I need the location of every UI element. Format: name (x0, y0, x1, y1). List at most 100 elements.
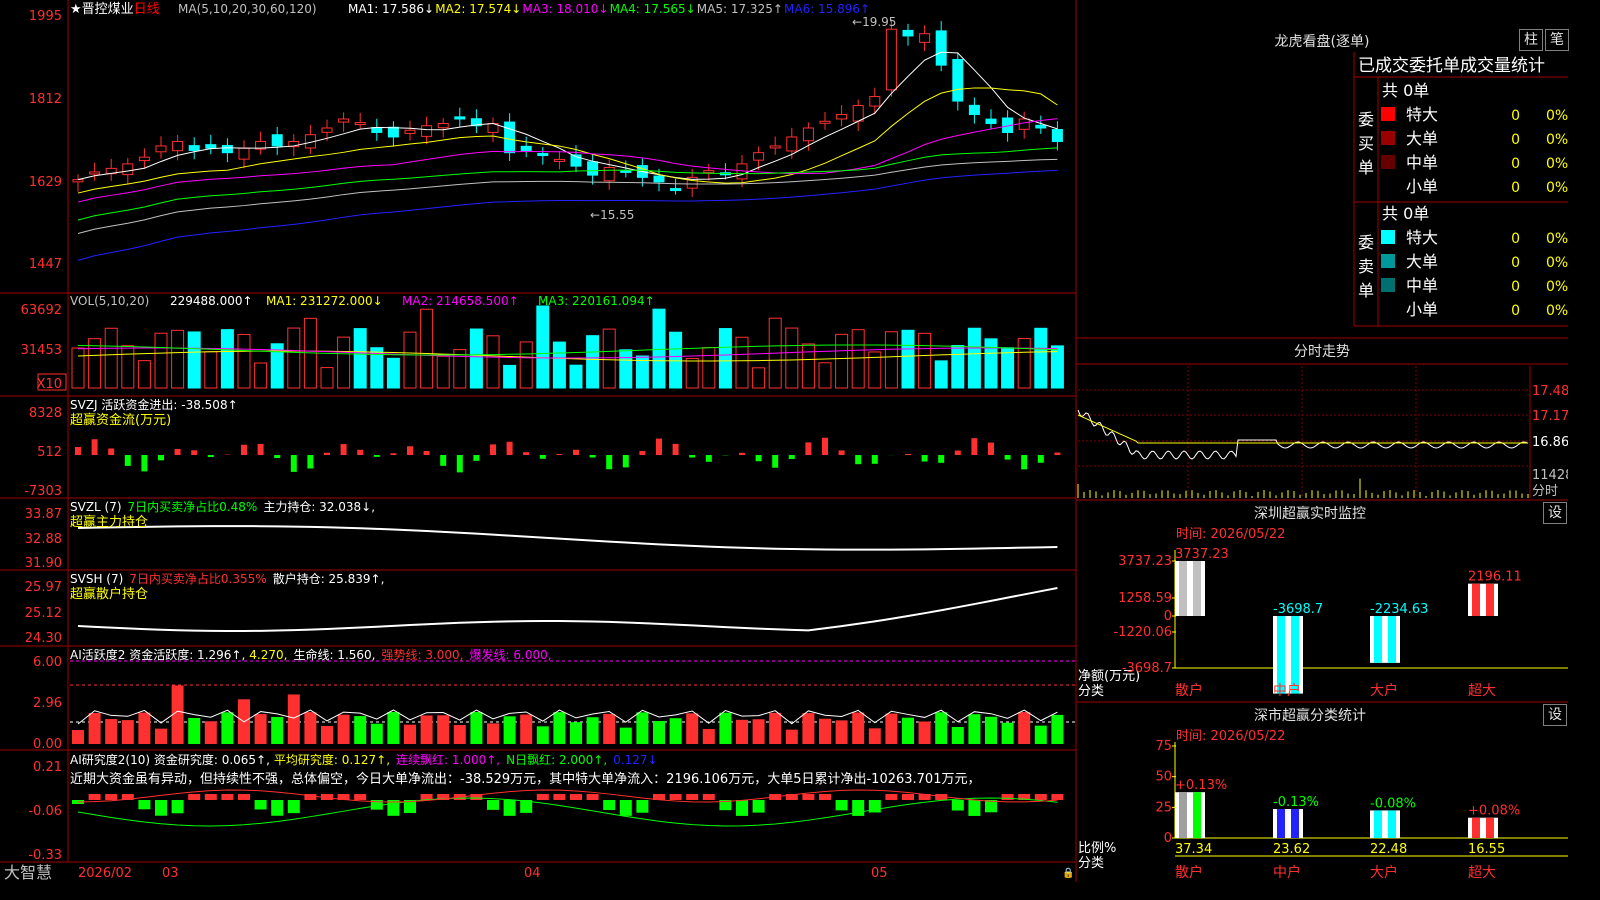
activity-bar (321, 725, 333, 744)
dragon-row-pct: 0% (1546, 180, 1568, 196)
vol-tick-1: 63692 (21, 303, 62, 318)
activity-bar (188, 717, 201, 744)
volume-bar (71, 347, 85, 389)
svzl-tick-3: 31.90 (25, 556, 62, 571)
legend-swatch (1381, 155, 1395, 169)
flow-bar (639, 450, 646, 455)
research-bar (105, 794, 118, 800)
y-tick-1812: 1812 (29, 92, 62, 107)
volume-bar (220, 329, 234, 389)
dragon-row-name: 中单 (1406, 153, 1438, 172)
sz-bar-value: 2196.11 (1468, 570, 1522, 585)
flow-bar (755, 455, 762, 462)
terminal-canvas: MA1: 17.586↓ MA2: 17.574↓ MA3: 18.010↓ MA4:… (0, 0, 1568, 882)
legend-swatch (1381, 131, 1395, 145)
sz-bar-value: -3698.7 (1273, 602, 1323, 617)
brand-logo: 大智慧 (4, 863, 52, 882)
activity-bar (121, 720, 134, 744)
volume-bar (187, 331, 201, 389)
flow-bar (473, 455, 480, 461)
candle-body (919, 33, 931, 43)
dragon-row-name: 大单 (1406, 129, 1438, 148)
cls-category: 中户 (1273, 864, 1301, 881)
panel-frames (0, 0, 1568, 882)
dragon-row-name: 中单 (1406, 276, 1438, 295)
activity-bar (686, 713, 699, 744)
volume-bar (752, 367, 766, 389)
candle-body (89, 171, 101, 175)
volume-bar (436, 355, 450, 389)
tick-mode-button[interactable]: 笔 (1545, 29, 1569, 51)
flow-bar (539, 455, 546, 459)
ma-legend-item: MA4: 17.565↓ (610, 2, 696, 16)
legend-swatch (1381, 254, 1395, 268)
sz-bar-stripe (1179, 561, 1187, 616)
sz-classify-title: 深市超赢分类统计 (1254, 707, 1366, 724)
flow-bar (855, 455, 862, 465)
volume-bar (835, 333, 849, 389)
activity-bar (553, 712, 566, 744)
volume-bar (586, 335, 600, 389)
activity-bar (868, 728, 881, 744)
vol-ma1: MA1: 231272.000↓ (266, 294, 383, 308)
flow-bar (805, 442, 812, 455)
svzl-header: SVZL (7) 7日内买卖净占比0.48% 主力持仓: 32.038↓, (70, 499, 375, 514)
activity-bar (1018, 712, 1031, 744)
cls-y-tick: 50 (1155, 770, 1172, 785)
lock-icon[interactable]: 🔒 (1062, 867, 1074, 879)
cls-category: 超大 (1468, 865, 1496, 881)
cls-y-tick: 75 (1155, 739, 1172, 754)
activity-bar (736, 719, 748, 744)
cls-bar-stripe (1179, 792, 1187, 838)
flow-bar (573, 449, 579, 455)
vol-ma2: MA2: 214658.500↑ (402, 294, 519, 308)
activity-bar (570, 722, 582, 744)
bar-mode-button[interactable]: 柱 (1519, 29, 1543, 51)
research-bar (736, 800, 748, 816)
sz-monitor-settings-button[interactable]: 设 (1543, 502, 1567, 524)
vol-title: VOL(5,10,20) (70, 294, 149, 308)
dragon-row-name: 大单 (1406, 252, 1438, 271)
research-bar (586, 794, 599, 800)
dragon-row-count: 0 (1511, 303, 1520, 319)
cls-bar-stripe (1291, 809, 1299, 838)
sz-category: 中户 (1273, 682, 1301, 699)
candle-body (338, 118, 350, 123)
research-bar (487, 800, 499, 810)
sz-y-tick: -1220.06 (1114, 625, 1172, 640)
candle-body (221, 145, 233, 154)
research-bar (669, 794, 682, 800)
cls-bar-stripe (1388, 810, 1396, 838)
research-bar (1001, 794, 1014, 800)
sz-classify-settings-button[interactable]: 设 (1543, 704, 1567, 726)
legend-swatch (1381, 230, 1395, 244)
svzj-title: SVZJ 活跃资金进出: -38.508↑ (70, 397, 238, 412)
flow-bar (324, 452, 330, 455)
activity-bar (719, 712, 732, 744)
research-bar (968, 800, 981, 816)
cls-bar-stripe (1277, 809, 1285, 838)
sz-monitor-time: 时间: 2026/05/22 (1176, 527, 1285, 542)
flow-bar (921, 455, 928, 462)
flow-bar (440, 455, 447, 466)
dragon-row-pct: 0% (1546, 132, 1568, 148)
flow-bar (1054, 452, 1061, 455)
ai-research-comment: 近期大资金虽有异动，但持续性不强，总体偏空，今日大单净流出：-38.529万元，… (70, 771, 980, 787)
activity-bar (204, 721, 217, 744)
candle-body (537, 153, 549, 157)
activity-bar (254, 714, 267, 744)
flow-bar (938, 455, 945, 463)
activity-bar (985, 716, 997, 744)
cls-value: 22.48 (1370, 842, 1407, 857)
candle-body (437, 122, 449, 129)
volume-bar (121, 345, 135, 389)
research-bar (238, 794, 250, 800)
activity-bar (603, 713, 616, 744)
flow-bar (656, 438, 662, 455)
volume-bar (685, 358, 699, 389)
candle-body (653, 175, 665, 183)
volume-bar (287, 327, 301, 389)
candle-body (238, 147, 250, 160)
flow-bar (1037, 455, 1044, 463)
dragon-row-pct: 0% (1546, 303, 1568, 319)
